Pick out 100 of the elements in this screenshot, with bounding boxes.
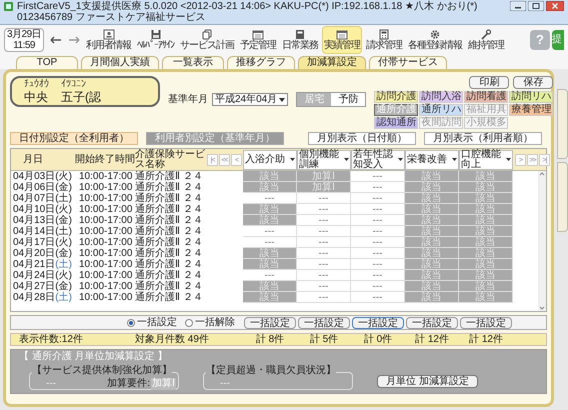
caret-icon [398,158,403,161]
table-cell[interactable]: --- [297,237,351,248]
table-cell[interactable]: --- [351,270,405,281]
time-cell-text: 10:00-17:00 [78,226,134,237]
table-cell[interactable]: --- [243,226,297,237]
tab[interactable]: 加減算設定 [298,56,366,69]
toolbar-button[interactable]: 維持管理 [466,26,506,54]
table-cell[interactable]: --- [351,237,405,248]
table-cell[interactable]: --- [351,171,405,182]
tab[interactable]: 付帯サービス [369,56,447,69]
table-cell[interactable]: --- [243,270,297,281]
time-cell-text: 10:00-17:00 [78,248,134,259]
table-cell[interactable]: --- [351,226,405,237]
bulk-button[interactable]: 一括設定 [460,316,512,328]
toolbar-button[interactable]: 各種登録情報 [406,26,464,54]
total-text: 計 8件 [254,334,286,346]
bulk-button[interactable]: 一括設定 [352,316,404,328]
service-chip[interactable]: 療養管理 [509,104,554,116]
date-cell-text: 04月20日(金) [12,248,73,259]
date-cell-text: 04月27日(金) [12,281,73,292]
column-dropdown[interactable]: 若年性認知受入 [351,150,405,170]
calendar-icon [252,29,264,40]
table-cell[interactable]: --- [243,237,297,248]
table-cell[interactable]: --- [297,259,351,270]
bulk-button[interactable]: 一括設定 [244,316,296,328]
table-cell[interactable]: --- [297,270,351,281]
table-cell[interactable]: --- [351,193,405,204]
maximize-button[interactable] [528,1,544,11]
action-button[interactable]: 保存 [513,76,554,89]
bulk-button[interactable]: 一括設定 [298,316,350,328]
mode-button[interactable]: 日付別設定（全利用者） [10,132,138,145]
table-cell[interactable]: --- [351,215,405,226]
calculator-icon [378,29,390,40]
time-cell-text: 10:00-17:00 [78,281,134,292]
section-title: 【 通所介護 月単位加減算設定 】 [19,351,168,363]
table-cell[interactable]: --- [297,248,351,259]
tab[interactable]: 推移グラフ [227,56,295,69]
toggle-option[interactable]: 予防 [331,93,366,106]
table-cell[interactable]: --- [297,193,351,204]
tab[interactable]: 一覧表示 [162,56,224,69]
table-cell[interactable]: --- [297,292,351,303]
minimize-button[interactable] [510,1,526,11]
table-cell[interactable]: --- [351,204,405,215]
service-cell-text: 通所介護Ⅱ ２４ [135,281,204,292]
view-button[interactable]: 月別表示（日付順） [308,132,416,145]
tab[interactable]: TOP [16,56,78,69]
month-select[interactable]: 平成24年04月 [212,93,288,106]
column-dropdown[interactable]: 口腔機能向上 [459,150,513,170]
gear-icon [429,29,442,40]
service-chip[interactable]: 訪問看護 [464,91,508,103]
toolbar-button[interactable]: 予定管理 [238,26,278,54]
table-cell[interactable]: --- [297,215,351,226]
table-cell[interactable]: --- [297,226,351,237]
field-label: 基準年月 [168,94,208,106]
caret-icon [344,158,349,161]
column-header: 月日 [22,154,44,166]
toolbar-button[interactable]: 利用者情報 [84,26,134,54]
service-chip[interactable]: 訪問リハ [509,91,554,103]
toolbar-button[interactable]: 実績管理 [322,26,362,54]
table-cell[interactable]: --- [351,248,405,259]
scrollbar[interactable] [538,171,546,311]
close-button[interactable] [546,1,564,11]
service-cell-text: 通所介護Ⅱ ２４ [135,259,204,270]
table-cell[interactable]: --- [297,204,351,215]
table-cell[interactable]: --- [243,193,297,204]
time-cell-text: 10:00-17:00 [78,193,134,204]
table-cell[interactable]: --- [351,281,405,292]
count-text: 対象月件数 49件 [135,334,210,346]
service-chip[interactable]: 訪問介護 [374,91,418,103]
time-cell-text: 10:00-17:00 [78,270,134,281]
date-cell-text: 04月24日(火) [12,270,73,281]
table-cell[interactable]: --- [351,182,405,193]
bulk-button[interactable]: 一括設定 [406,316,458,328]
radio-option[interactable]: 一括解除 [185,316,235,328]
table-cell[interactable]: --- [351,259,405,270]
time-cell-text: 10:00-17:00 [78,237,134,248]
view-button[interactable]: 月別表示（利用者順） [424,132,542,145]
radio-option[interactable]: 一括設定 [127,316,177,328]
service-chip[interactable]: 通所リハ [419,104,464,116]
name-text: 五子(認 [61,90,101,104]
action-button[interactable]: 印刷 [469,76,510,89]
column-dropdown[interactable]: 栄養改善 [405,150,459,170]
column-dropdown[interactable]: 個別機能訓練 [297,150,351,170]
toolbar-button[interactable]: サービス計画 [178,26,236,54]
back-icon[interactable] [50,36,62,44]
service-cell-text: 通所介護Ⅱ ２４ [135,248,204,259]
value-field: 加算Ⅰ [151,378,176,390]
settings-button[interactable]: 月単位 加減算設定 [377,375,478,388]
column-dropdown[interactable]: 入浴介助 [243,150,297,170]
tab[interactable]: 月間個人実績 [81,56,159,69]
toolbar-button[interactable]: 日常業務 [280,26,320,54]
forward-icon[interactable] [68,36,80,44]
toolbar-button[interactable]: 請求管理 [364,26,404,54]
service-chip[interactable]: 認知通所 [374,117,418,129]
toolbar-button[interactable]: ﾍﾙﾊﾟｰｱｻｲﾝ [135,26,176,54]
table-cell[interactable]: --- [297,281,351,292]
service-chip[interactable]: 訪問入浴 [419,91,464,103]
service-cell-text: 通所介護Ⅱ ２４ [135,270,204,281]
extra-button[interactable]: 提 [552,30,564,50]
table-cell[interactable]: --- [351,292,405,303]
